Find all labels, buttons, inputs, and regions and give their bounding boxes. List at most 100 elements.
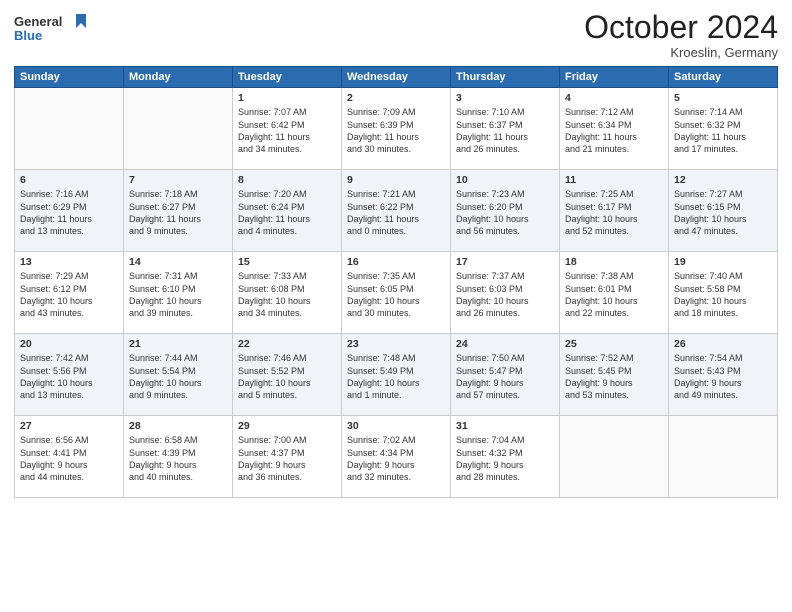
cell-info: Sunrise: 7:50 AM Sunset: 5:47 PM Dayligh… [456, 352, 554, 401]
logo-text: General Blue [14, 10, 94, 53]
col-tuesday: Tuesday [233, 67, 342, 88]
cell-info: Sunrise: 7:12 AM Sunset: 6:34 PM Dayligh… [565, 106, 663, 155]
week-row-1: 1Sunrise: 7:07 AM Sunset: 6:42 PM Daylig… [15, 88, 778, 170]
cell-1-2: 8Sunrise: 7:20 AM Sunset: 6:24 PM Daylig… [233, 170, 342, 252]
cell-3-4: 24Sunrise: 7:50 AM Sunset: 5:47 PM Dayli… [451, 334, 560, 416]
cell-info: Sunrise: 7:31 AM Sunset: 6:10 PM Dayligh… [129, 270, 227, 319]
cell-0-3: 2Sunrise: 7:09 AM Sunset: 6:39 PM Daylig… [342, 88, 451, 170]
day-number: 20 [20, 337, 118, 351]
cell-info: Sunrise: 6:56 AM Sunset: 4:41 PM Dayligh… [20, 434, 118, 483]
week-row-4: 20Sunrise: 7:42 AM Sunset: 5:56 PM Dayli… [15, 334, 778, 416]
cell-2-2: 15Sunrise: 7:33 AM Sunset: 6:08 PM Dayli… [233, 252, 342, 334]
day-number: 17 [456, 255, 554, 269]
day-number: 12 [674, 173, 772, 187]
cell-4-3: 30Sunrise: 7:02 AM Sunset: 4:34 PM Dayli… [342, 416, 451, 498]
day-number: 26 [674, 337, 772, 351]
day-number: 29 [238, 419, 336, 433]
cell-1-6: 12Sunrise: 7:27 AM Sunset: 6:15 PM Dayli… [669, 170, 778, 252]
cell-3-1: 21Sunrise: 7:44 AM Sunset: 5:54 PM Dayli… [124, 334, 233, 416]
cell-4-6 [669, 416, 778, 498]
cell-info: Sunrise: 7:35 AM Sunset: 6:05 PM Dayligh… [347, 270, 445, 319]
cell-1-0: 6Sunrise: 7:16 AM Sunset: 6:29 PM Daylig… [15, 170, 124, 252]
day-number: 14 [129, 255, 227, 269]
cell-info: Sunrise: 7:18 AM Sunset: 6:27 PM Dayligh… [129, 188, 227, 237]
cell-2-0: 13Sunrise: 7:29 AM Sunset: 6:12 PM Dayli… [15, 252, 124, 334]
cell-info: Sunrise: 7:04 AM Sunset: 4:32 PM Dayligh… [456, 434, 554, 483]
cell-1-4: 10Sunrise: 7:23 AM Sunset: 6:20 PM Dayli… [451, 170, 560, 252]
cell-info: Sunrise: 7:09 AM Sunset: 6:39 PM Dayligh… [347, 106, 445, 155]
cell-4-4: 31Sunrise: 7:04 AM Sunset: 4:32 PM Dayli… [451, 416, 560, 498]
day-number: 28 [129, 419, 227, 433]
cell-0-4: 3Sunrise: 7:10 AM Sunset: 6:37 PM Daylig… [451, 88, 560, 170]
day-number: 10 [456, 173, 554, 187]
cell-1-3: 9Sunrise: 7:21 AM Sunset: 6:22 PM Daylig… [342, 170, 451, 252]
day-number: 6 [20, 173, 118, 187]
svg-text:General: General [14, 14, 62, 29]
cell-info: Sunrise: 7:40 AM Sunset: 5:58 PM Dayligh… [674, 270, 772, 319]
cell-info: Sunrise: 7:21 AM Sunset: 6:22 PM Dayligh… [347, 188, 445, 237]
cell-2-4: 17Sunrise: 7:37 AM Sunset: 6:03 PM Dayli… [451, 252, 560, 334]
cell-3-3: 23Sunrise: 7:48 AM Sunset: 5:49 PM Dayli… [342, 334, 451, 416]
cell-4-2: 29Sunrise: 7:00 AM Sunset: 4:37 PM Dayli… [233, 416, 342, 498]
cell-info: Sunrise: 7:38 AM Sunset: 6:01 PM Dayligh… [565, 270, 663, 319]
col-friday: Friday [560, 67, 669, 88]
cell-info: Sunrise: 7:10 AM Sunset: 6:37 PM Dayligh… [456, 106, 554, 155]
day-number: 13 [20, 255, 118, 269]
cell-0-5: 4Sunrise: 7:12 AM Sunset: 6:34 PM Daylig… [560, 88, 669, 170]
page: General Blue October 2024 Kroeslin, Germ… [0, 0, 792, 612]
day-number: 8 [238, 173, 336, 187]
cell-0-2: 1Sunrise: 7:07 AM Sunset: 6:42 PM Daylig… [233, 88, 342, 170]
day-number: 31 [456, 419, 554, 433]
cell-info: Sunrise: 7:54 AM Sunset: 5:43 PM Dayligh… [674, 352, 772, 401]
calendar-table: Sunday Monday Tuesday Wednesday Thursday… [14, 66, 778, 498]
day-number: 23 [347, 337, 445, 351]
day-number: 19 [674, 255, 772, 269]
title-block: October 2024 Kroeslin, Germany [584, 10, 778, 60]
day-number: 9 [347, 173, 445, 187]
cell-info: Sunrise: 7:00 AM Sunset: 4:37 PM Dayligh… [238, 434, 336, 483]
cell-1-5: 11Sunrise: 7:25 AM Sunset: 6:17 PM Dayli… [560, 170, 669, 252]
month-title: October 2024 [584, 10, 778, 45]
cell-1-1: 7Sunrise: 7:18 AM Sunset: 6:27 PM Daylig… [124, 170, 233, 252]
cell-info: Sunrise: 7:48 AM Sunset: 5:49 PM Dayligh… [347, 352, 445, 401]
logo: General Blue [14, 10, 94, 53]
day-number: 24 [456, 337, 554, 351]
day-number: 15 [238, 255, 336, 269]
day-number: 16 [347, 255, 445, 269]
cell-2-1: 14Sunrise: 7:31 AM Sunset: 6:10 PM Dayli… [124, 252, 233, 334]
svg-text:Blue: Blue [14, 28, 42, 43]
cell-info: Sunrise: 7:46 AM Sunset: 5:52 PM Dayligh… [238, 352, 336, 401]
cell-info: Sunrise: 7:07 AM Sunset: 6:42 PM Dayligh… [238, 106, 336, 155]
cell-3-2: 22Sunrise: 7:46 AM Sunset: 5:52 PM Dayli… [233, 334, 342, 416]
day-number: 2 [347, 91, 445, 105]
day-number: 4 [565, 91, 663, 105]
cell-info: Sunrise: 7:42 AM Sunset: 5:56 PM Dayligh… [20, 352, 118, 401]
cell-info: Sunrise: 7:27 AM Sunset: 6:15 PM Dayligh… [674, 188, 772, 237]
col-saturday: Saturday [669, 67, 778, 88]
day-number: 5 [674, 91, 772, 105]
day-number: 18 [565, 255, 663, 269]
col-wednesday: Wednesday [342, 67, 451, 88]
location: Kroeslin, Germany [584, 45, 778, 60]
header: General Blue October 2024 Kroeslin, Germ… [14, 10, 778, 60]
cell-2-5: 18Sunrise: 7:38 AM Sunset: 6:01 PM Dayli… [560, 252, 669, 334]
cell-info: Sunrise: 7:44 AM Sunset: 5:54 PM Dayligh… [129, 352, 227, 401]
cell-0-1 [124, 88, 233, 170]
col-sunday: Sunday [15, 67, 124, 88]
day-number: 21 [129, 337, 227, 351]
day-number: 25 [565, 337, 663, 351]
cell-info: Sunrise: 7:33 AM Sunset: 6:08 PM Dayligh… [238, 270, 336, 319]
cell-info: Sunrise: 6:58 AM Sunset: 4:39 PM Dayligh… [129, 434, 227, 483]
day-number: 11 [565, 173, 663, 187]
cell-4-0: 27Sunrise: 6:56 AM Sunset: 4:41 PM Dayli… [15, 416, 124, 498]
day-number: 3 [456, 91, 554, 105]
cell-0-6: 5Sunrise: 7:14 AM Sunset: 6:32 PM Daylig… [669, 88, 778, 170]
cell-info: Sunrise: 7:52 AM Sunset: 5:45 PM Dayligh… [565, 352, 663, 401]
cell-info: Sunrise: 7:37 AM Sunset: 6:03 PM Dayligh… [456, 270, 554, 319]
week-row-3: 13Sunrise: 7:29 AM Sunset: 6:12 PM Dayli… [15, 252, 778, 334]
day-number: 1 [238, 91, 336, 105]
cell-2-3: 16Sunrise: 7:35 AM Sunset: 6:05 PM Dayli… [342, 252, 451, 334]
week-row-5: 27Sunrise: 6:56 AM Sunset: 4:41 PM Dayli… [15, 416, 778, 498]
week-row-2: 6Sunrise: 7:16 AM Sunset: 6:29 PM Daylig… [15, 170, 778, 252]
cell-3-6: 26Sunrise: 7:54 AM Sunset: 5:43 PM Dayli… [669, 334, 778, 416]
